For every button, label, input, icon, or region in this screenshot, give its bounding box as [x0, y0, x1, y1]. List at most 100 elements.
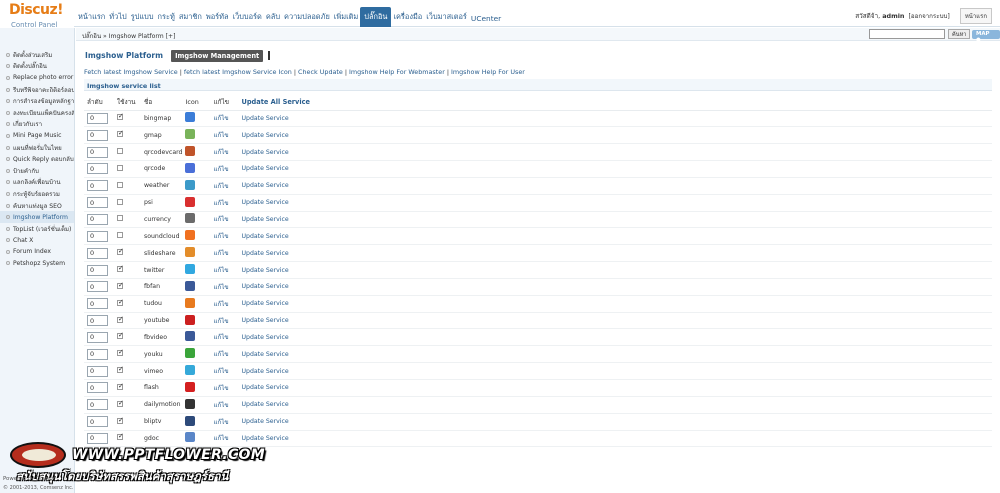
update-service-link[interactable]: Update Service [238, 345, 992, 364]
sidebar-item[interactable]: Petshopz System [0, 258, 74, 270]
update-service-link[interactable]: Update Service [238, 211, 992, 229]
order-input[interactable] [87, 112, 108, 124]
update-service-link[interactable]: Update Service [238, 110, 992, 128]
order-input[interactable] [87, 146, 108, 158]
nav-item[interactable]: เครื่องมือ [391, 11, 424, 27]
order-input[interactable] [87, 365, 108, 377]
sidebar-item[interactable]: Imgshow Platform [0, 211, 74, 223]
update-service-link[interactable]: Update Service [238, 295, 992, 313]
enabled-checkbox[interactable] [117, 298, 124, 306]
order-input[interactable] [87, 129, 108, 141]
update-service-link[interactable]: Update Service [238, 430, 992, 448]
order-input[interactable] [87, 247, 108, 259]
edit-link[interactable]: แก้ไข [210, 261, 239, 279]
enabled-checkbox[interactable] [117, 348, 124, 357]
nav-item[interactable]: ทั่วไป [107, 11, 128, 27]
sidebar-item[interactable]: ลงทะเบียนแพ็คปันครงลัต [0, 107, 74, 119]
enabled-checkbox[interactable] [117, 164, 123, 171]
search-button[interactable]: ค้นหา [948, 29, 971, 39]
tab-imgshow-management[interactable]: Imgshow Management [171, 49, 264, 62]
enabled-checkbox[interactable] [117, 416, 124, 424]
sidebar-item[interactable]: แผนที่ฟอรั่มในไทย [0, 142, 74, 154]
search-input[interactable] [869, 29, 945, 39]
enabled-checkbox[interactable] [117, 215, 123, 222]
enabled-checkbox[interactable] [117, 382, 124, 390]
edit-link[interactable]: แก้ไข [210, 295, 239, 313]
update-service-link[interactable]: Update Service [238, 413, 992, 431]
order-input[interactable] [87, 331, 108, 343]
help-link[interactable]: Check Update [298, 68, 343, 76]
home-button[interactable]: หน้าแรก [959, 8, 992, 24]
order-input[interactable] [87, 230, 108, 242]
edit-link[interactable]: แก้ไข [210, 328, 239, 347]
nav-item[interactable]: หน้าแรก [76, 11, 107, 27]
update-service-link[interactable]: Update Service [238, 177, 992, 195]
order-input[interactable] [87, 281, 108, 293]
help-link[interactable]: Fetch latest Imgshow Service [84, 68, 178, 76]
nav-item[interactable]: ปลั๊กอิน [360, 7, 392, 27]
update-service-link[interactable]: Update Service [238, 160, 992, 178]
nav-item[interactable]: รูปแบบ [129, 11, 156, 27]
edit-link[interactable]: แก้ไข [210, 413, 239, 431]
enabled-checkbox[interactable] [117, 315, 124, 323]
enabled-checkbox[interactable] [117, 331, 124, 340]
help-link[interactable]: Imgshow Help For Webmaster [349, 68, 445, 76]
update-service-link[interactable]: Update Service [238, 227, 992, 246]
update-service-link[interactable]: Update Service [238, 143, 992, 162]
nav-item[interactable]: พอร์ทัล [204, 11, 231, 27]
enabled-checkbox[interactable] [117, 112, 124, 121]
edit-link[interactable]: แก้ไข [210, 278, 239, 296]
update-service-link[interactable]: Update Service [238, 362, 992, 380]
enabled-checkbox[interactable] [117, 281, 124, 289]
enabled-checkbox[interactable] [117, 232, 123, 239]
update-service-link[interactable]: Update Service [238, 379, 992, 397]
edit-link[interactable]: แก้ไข [210, 312, 239, 330]
order-input[interactable] [87, 416, 108, 428]
update-all-link[interactable]: Update All Service [238, 94, 992, 111]
nav-item[interactable]: เว็บบอร์ด [231, 11, 264, 27]
edit-link[interactable]: แก้ไข [210, 211, 239, 229]
update-service-link[interactable]: Update Service [238, 328, 992, 347]
sidebar-item[interactable]: ป้ายคำกับ [0, 165, 74, 177]
enabled-checkbox[interactable] [117, 399, 124, 407]
update-service-link[interactable]: Update Service [238, 126, 992, 145]
edit-link[interactable]: แก้ไข [210, 194, 239, 212]
enabled-checkbox[interactable] [117, 181, 123, 188]
sidebar-item[interactable]: Chat X [0, 235, 74, 247]
enabled-checkbox[interactable] [117, 198, 123, 205]
sidebar-item[interactable]: รีบทรีพิจอาคะถิติอร์ลอนลี [0, 84, 74, 96]
sidebar-item[interactable]: Replace photo error [0, 72, 74, 84]
nav-item[interactable]: สมาชิก [177, 11, 204, 27]
edit-link[interactable]: แก้ไข [210, 177, 239, 195]
nav-item[interactable]: UCenter [469, 14, 503, 27]
sidebar-item[interactable]: ติดตั้งปลั๊กอิน [0, 61, 74, 73]
update-service-link[interactable]: Update Service [238, 244, 992, 263]
help-link[interactable]: Imgshow Help For User [451, 68, 525, 76]
enabled-checkbox[interactable] [117, 129, 124, 138]
edit-link[interactable]: แก้ไข [210, 110, 239, 128]
sidebar-item[interactable]: TopList (เวอร์ชั่นเต็ม) [0, 223, 74, 235]
update-service-link[interactable]: Update Service [238, 396, 992, 414]
map-button[interactable]: MAP ● [972, 30, 1000, 43]
logout-link[interactable]: [ออกจากระบบ] [908, 11, 949, 21]
order-input[interactable] [87, 264, 108, 276]
sidebar-item[interactable]: ติดตั้งส่วนเสริม [0, 49, 74, 61]
order-input[interactable] [87, 180, 108, 192]
order-input[interactable] [87, 163, 108, 175]
edit-link[interactable]: แก้ไข [210, 160, 239, 178]
sidebar-item[interactable]: Mini Page Music [0, 130, 74, 142]
sidebar-item[interactable]: ค้นหาแท่งมูล SEO [0, 200, 74, 212]
order-input[interactable] [87, 197, 108, 209]
order-input[interactable] [87, 213, 108, 225]
nav-item[interactable]: ความปลอดภัย [282, 11, 332, 27]
edit-link[interactable]: แก้ไข [210, 396, 239, 414]
update-service-link[interactable]: Update Service [238, 312, 992, 330]
update-service-link[interactable]: Update Service [238, 278, 992, 296]
sidebar-item[interactable]: การสำรองข้อมูลหลักฐานได้ [0, 95, 74, 107]
edit-link[interactable]: แก้ไข [210, 362, 239, 380]
enabled-checkbox[interactable] [117, 365, 124, 374]
nav-item[interactable]: เว็บมาสเตอร์ [424, 11, 469, 27]
edit-link[interactable]: แก้ไข [210, 345, 239, 364]
enabled-checkbox[interactable] [117, 247, 124, 256]
help-link[interactable]: fetch latest Imgshow Service Icon [184, 68, 292, 76]
